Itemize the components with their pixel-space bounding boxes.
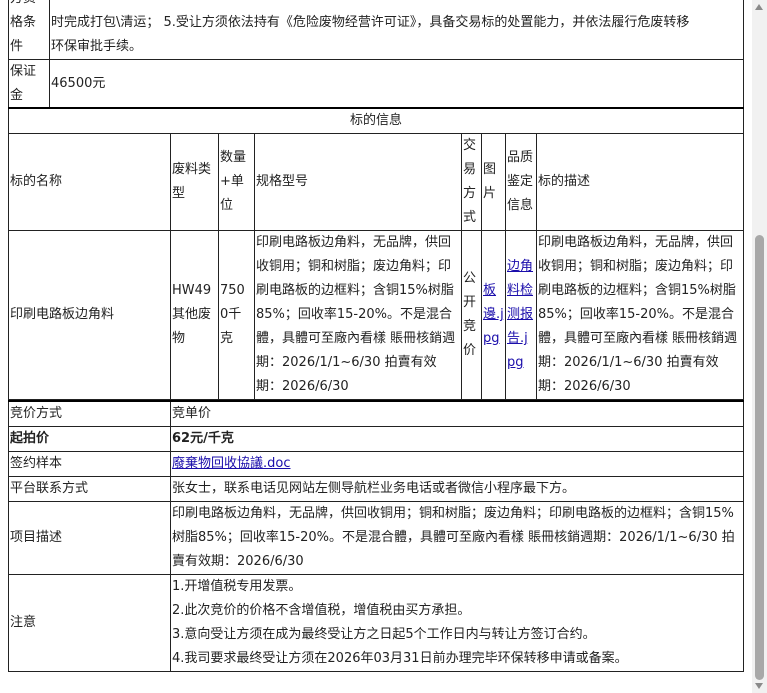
deposit-row: 保证金 46500元 [8,59,744,109]
scrollbar-thumb[interactable] [755,235,764,680]
note-item: 1.开增值税专用发票。 [172,579,302,594]
contact-value: 张女士，联系电话见网站左侧导航栏业务电话或者微信小程序最下方。 [170,476,744,502]
deposit-label: 保证金 [8,59,50,109]
header-description: 标的描述 [536,133,744,231]
scroll-up-arrow-icon[interactable] [755,4,763,10]
image-cell: 板邊.jpg [481,230,506,400]
vertical-scrollbar[interactable] [752,0,767,693]
project-desc-value: 印刷电路板边角料，无品牌，供回收铜用；铜和树脂；废边角料；印刷电路板的边框料；含… [170,501,744,575]
header-spec: 规格型号 [254,133,462,231]
qualification-line: 环保审批手续。 [51,39,143,54]
bid-method-label: 竞价方式 [8,400,171,427]
header-row: 标的名称 废料类型 数量+单位 规格型号 交易方式 图片 品质鉴定信息 标的描述 [8,133,744,231]
header-trade-method: 交易方式 [461,133,482,231]
note-item: 4.我司要求最终受让方须在2026年03月31日前办理完毕环保转移申请或备案。 [172,651,628,666]
header-name: 标的名称 [8,133,171,231]
bid-method-value: 竞单价 [170,400,744,427]
contract-sample-link[interactable]: 廢棄物回收協議.doc [172,456,291,471]
header-quantity: 数量+单位 [218,133,255,231]
description: 印刷电路板边角料，无品牌，供回收铜用；铜和树脂；废边角料；印刷电路板的边框料；含… [536,230,744,400]
table-row: 印刷电路板边角料 HW49其他废物 7500千克 印刷电路板边角料，无品牌，供回… [8,230,744,400]
qualification-row: 方资格条件 时完成打包\清运； 5.受让方须依法持有《危险废物经营许可证》，具备… [8,0,744,60]
note-item: 3.意向受让方须在成为最终受让方之日起5个工作日内与转让方签订合约。 [172,627,596,642]
notes-label: 注意 [8,574,171,672]
note-item: 2.此次竞价的价格不含增值税，增值税由买方承担。 [172,603,471,618]
image-link[interactable]: 板邊.jpg [483,283,504,346]
header-image: 图片 [481,133,506,231]
top-table: 方资格条件 时完成打包\清运； 5.受让方须依法持有《危险废物经营许可证》，具备… [8,0,744,109]
subject-name: 印刷电路板边角料 [8,230,171,400]
contact-label: 平台联系方式 [8,476,171,502]
qualification-label: 方资格条件 [8,0,50,60]
contract-sample-cell: 廢棄物回收協議.doc [170,451,744,477]
waste-type: HW49其他废物 [170,230,219,400]
scroll-down-arrow-icon[interactable] [755,683,763,689]
spec: 印刷电路板边角料，无品牌，供回收铜用；铜和树脂；废边角料；印刷电路板的边框料；含… [254,230,462,400]
trade-method: 公开竞价 [461,230,482,400]
qualification-value: 时完成打包\清运； 5.受让方须依法持有《危险废物经营许可证》，具备交易标的处置… [49,0,744,60]
qualification-line: 时完成打包\清运； 5.受让方须依法持有《危险废物经营许可证》，具备交易标的处置… [51,15,690,30]
start-price-label: 起拍价 [8,426,171,452]
deposit-value: 46500元 [49,59,744,109]
contract-sample-label: 签约样本 [8,451,171,477]
header-waste-type: 废料类型 [170,133,219,231]
quality-cell: 边角料检测报告.jpg [505,230,537,400]
details-table: 竞价方式 竞单价 起拍价 62元/千克 签约样本 廢棄物回收協議.doc 平台联系方式… [8,400,744,672]
project-desc-label: 项目描述 [8,501,171,575]
start-price-value: 62元/千克 [170,426,744,452]
section-title: 标的信息 [8,107,744,134]
header-quality: 品质鉴定信息 [505,133,537,231]
quantity: 7500千克 [218,230,255,400]
subject-table: 标的信息 标的名称 废料类型 数量+单位 规格型号 交易方式 图片 品质鉴定信息… [8,107,744,400]
notes-list: 1.开增值税专用发票。 2.此次竞价的价格不含增值税，增值税由买方承担。 3.意… [170,574,744,672]
quality-report-link[interactable]: 边角料检测报告.jpg [507,259,533,370]
